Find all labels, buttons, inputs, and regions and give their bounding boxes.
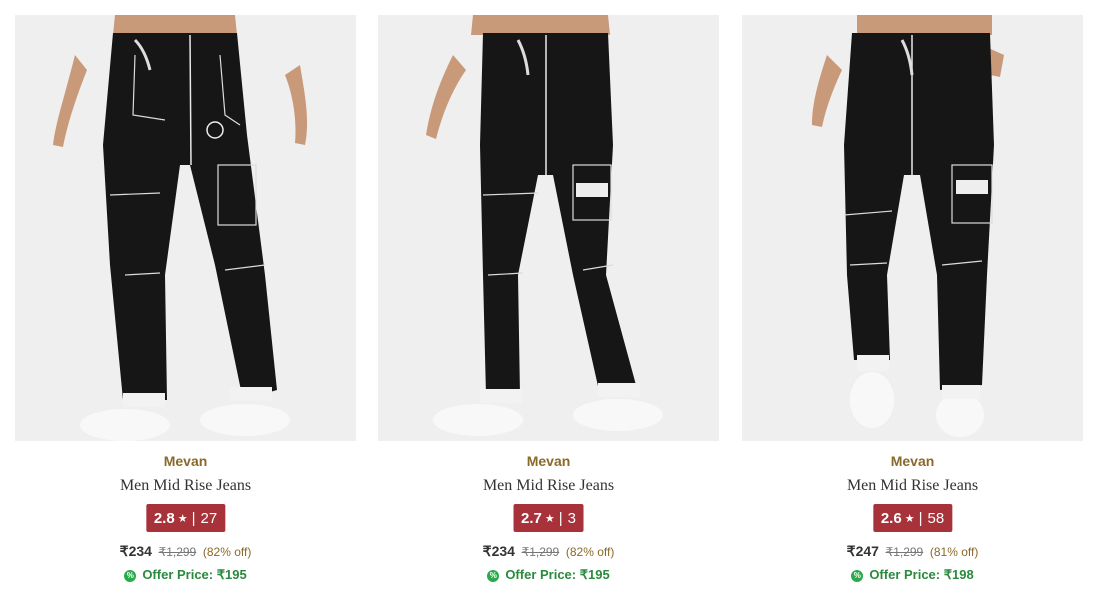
offer-percent-icon: % [851, 570, 864, 582]
rating-separator: | [191, 509, 196, 527]
original-price: ₹1,299 [885, 545, 924, 559]
rating-badge: 2.6 ★ | 58 [872, 504, 953, 532]
rating-badge: 2.7 ★ | 3 [513, 504, 584, 532]
product-name[interactable]: Men Mid Rise Jeans [15, 477, 356, 495]
product-image[interactable] [15, 15, 356, 441]
selling-price: ₹234 [482, 543, 515, 559]
product-brand: Mevan [890, 453, 935, 469]
rating-count: 27 [200, 509, 218, 527]
offer-price-row: % Offer Price: ₹195 [378, 567, 719, 583]
selling-price: ₹247 [846, 543, 879, 559]
offer-percent-icon: % [487, 570, 500, 582]
price-row: ₹234 ₹1,299 (82% off) [378, 543, 719, 560]
product-card[interactable]: Mevan Men Mid Rise Jeans 2.8 ★ | 27 ₹234… [15, 15, 356, 590]
price-row: ₹247 ₹1,299 (81% off) [742, 543, 1083, 560]
discount-percent: (82% off) [565, 545, 615, 559]
discount-percent: (82% off) [202, 545, 252, 559]
product-card[interactable]: Mevan Men Mid Rise Jeans 2.6 ★ | 58 ₹247… [742, 15, 1083, 590]
rating-badge: 2.8 ★ | 27 [145, 504, 226, 532]
original-price: ₹1,299 [158, 545, 197, 559]
rating-score: 2.8 [153, 509, 175, 527]
star-icon: ★ [544, 512, 555, 525]
product-name[interactable]: Men Mid Rise Jeans [742, 477, 1083, 495]
rating-separator: | [918, 509, 923, 527]
rating-score: 2.7 [521, 509, 542, 527]
product-card[interactable]: Mevan Men Mid Rise Jeans 2.7 ★ | 3 ₹234 … [378, 15, 719, 590]
product-brand: Mevan [526, 453, 571, 469]
rating-count: 58 [927, 509, 945, 527]
offer-percent-icon: % [124, 570, 137, 582]
rating-separator: | [558, 509, 563, 527]
cargo-pants-image [378, 15, 719, 441]
original-price: ₹1,299 [521, 545, 560, 559]
offer-price-label: Offer Price: ₹195 [505, 567, 610, 582]
cargo-pants-image [15, 15, 356, 441]
offer-price-row: % Offer Price: ₹198 [742, 567, 1083, 583]
offer-price-label: Offer Price: ₹198 [869, 567, 974, 582]
product-image[interactable] [742, 15, 1083, 441]
product-image[interactable] [378, 15, 719, 441]
product-name[interactable]: Men Mid Rise Jeans [378, 477, 719, 495]
star-icon: ★ [177, 512, 188, 525]
product-grid: Mevan Men Mid Rise Jeans 2.8 ★ | 27 ₹234… [15, 15, 1084, 590]
cargo-pants-image [742, 15, 1083, 441]
price-row: ₹234 ₹1,299 (82% off) [15, 543, 356, 560]
rating-score: 2.6 [880, 509, 902, 527]
offer-price-row: % Offer Price: ₹195 [15, 567, 356, 583]
discount-percent: (81% off) [929, 545, 979, 559]
star-icon: ★ [904, 512, 915, 525]
offer-price-label: Offer Price: ₹195 [142, 567, 247, 582]
rating-count: 3 [567, 509, 576, 527]
selling-price: ₹234 [119, 543, 152, 559]
product-brand: Mevan [163, 453, 208, 469]
